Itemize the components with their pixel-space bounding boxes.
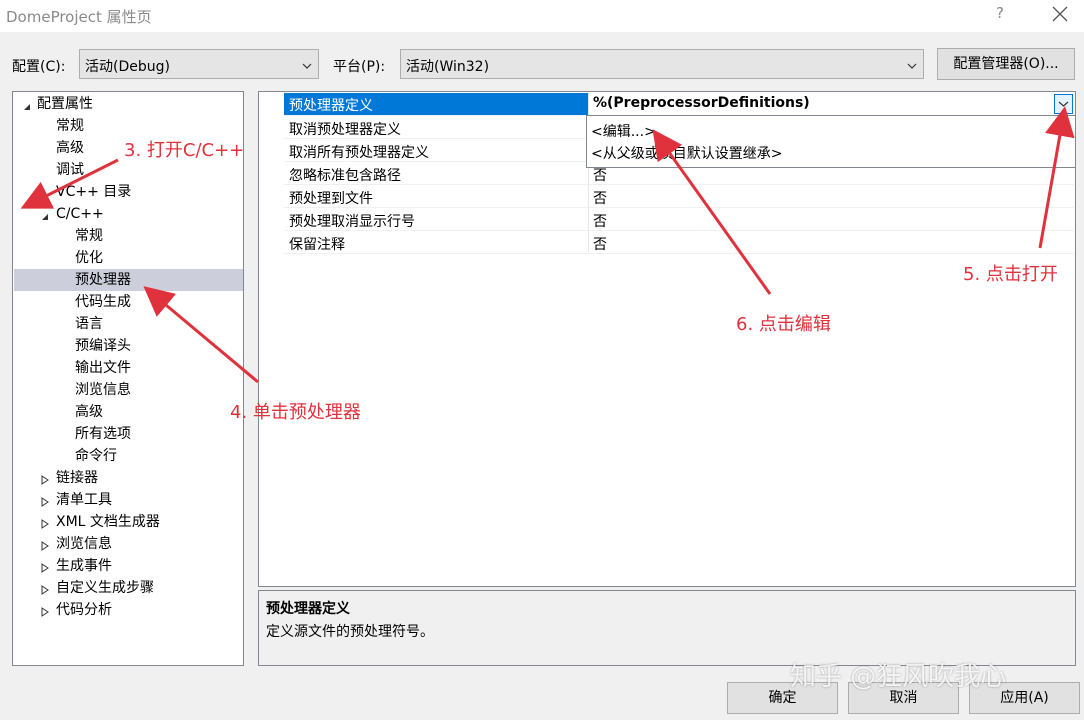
arrow-step3 [20, 158, 119, 209]
annotation-step6: 6. 点击编辑 [736, 314, 831, 335]
arrow-step5 [1038, 106, 1075, 249]
annotation-step5: 5. 点击打开 [963, 264, 1058, 285]
annotation-step4: 4. 单击预处理器 [230, 402, 361, 423]
arrow-step6 [652, 129, 772, 295]
annotation-arrows [20, 106, 1075, 384]
arrow-step4 [143, 286, 259, 384]
watermark: 知乎 @狂风吹我心 [790, 662, 1007, 692]
annotation-step3: 3. 打开C/C++ [124, 140, 245, 161]
